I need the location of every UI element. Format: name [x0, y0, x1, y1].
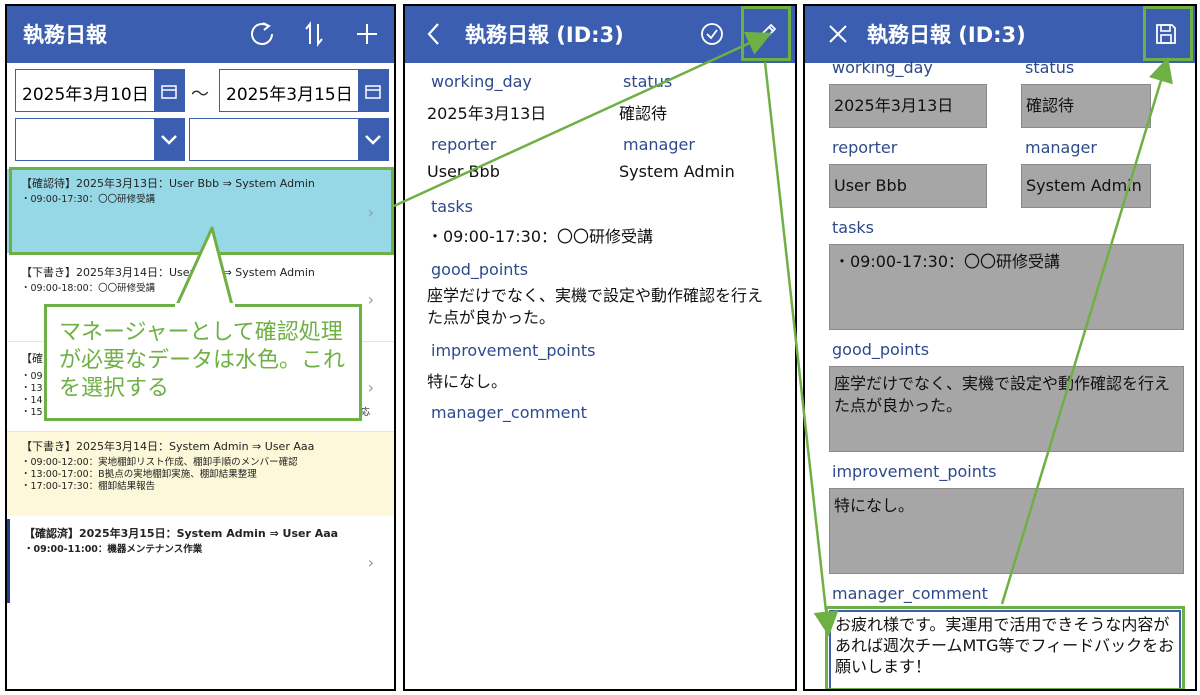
manager-comment-input[interactable]: お疲れ様です。実運用で活用できそうな内容があれば週次チームMTG等でフィードバッ…	[829, 610, 1181, 689]
good-points-field: 座学だけでなく、実機で設定や動作確認を行えた点が良かった。	[829, 366, 1184, 452]
pencil-icon[interactable]	[751, 19, 781, 49]
working-day-label: working_day	[431, 72, 532, 91]
list-item[interactable]: 【確認済】2025年3月15日：System Admin ⇒ User Aaa …	[7, 519, 394, 603]
annotation-callout: マネージャーとして確認処理が必要なデータは水色。これを選択する	[44, 304, 362, 421]
manager-comment-value: お疲れ様です。実運用で活用できそうな内容があれば週次チームMTG等でフィードバッ…	[835, 615, 1175, 676]
tasks-field: ・09:00-17:30：〇〇研修受講	[829, 244, 1184, 330]
list-item-header: 【確	[21, 352, 43, 365]
calendar-icon[interactable]	[358, 70, 388, 111]
good-points-label: good_points	[832, 340, 930, 359]
working-day-field: 2025年3月13日	[829, 84, 987, 128]
working-day-label: working_day	[832, 58, 933, 77]
detail-title: 執務日報 (ID:3)	[465, 23, 624, 47]
list-item-line: ・17:00-17:30：棚卸結果報告	[21, 481, 156, 492]
manager-value: System Admin	[1026, 176, 1142, 195]
list-item-line: ・09:00-17:30：〇〇研修受講	[21, 194, 156, 205]
edit-screen: 執務日報 (ID:3) working_day status 2025年3月13…	[803, 4, 1197, 691]
status-label: status	[623, 72, 673, 91]
manager-comment-label: manager_comment	[431, 403, 587, 422]
check-circle-icon[interactable]	[697, 19, 727, 49]
chevron-right-icon: ›	[367, 378, 374, 397]
list-header: 執務日報	[7, 6, 394, 63]
manager-label: manager	[1025, 138, 1097, 157]
tasks-value: ・09:00-17:30：〇〇研修受講	[427, 227, 653, 246]
tasks-label: tasks	[832, 218, 875, 237]
back-icon[interactable]	[419, 19, 449, 49]
calendar-icon[interactable]	[154, 70, 184, 111]
list-item-header: 【確認済】2025年3月15日：System Admin ⇒ User Aaa	[24, 527, 339, 540]
status-field: 確認待	[1021, 84, 1151, 128]
save-icon[interactable]	[1151, 19, 1181, 49]
status-value: 確認待	[619, 104, 668, 123]
improvement-points-label: improvement_points	[431, 341, 596, 360]
close-icon[interactable]	[823, 19, 853, 49]
manager-field: System Admin	[1021, 164, 1151, 208]
list-screen: 執務日報 2025年3月10日 ～ 2025年3月15日 【確認待】2025年3…	[5, 4, 396, 691]
chevron-right-icon: ›	[367, 203, 374, 222]
list-item-line: ・15	[21, 407, 43, 418]
chevron-right-icon: ›	[367, 553, 374, 572]
improvement-points-label: improvement_points	[832, 462, 997, 481]
list-item[interactable]: 【下書き】2025年3月14日：System Admin ⇒ User Aaa …	[7, 432, 394, 516]
good-points-value: 座学だけでなく、実機で設定や動作確認を行えた点が良かった。	[427, 286, 764, 327]
date-to-value: 2025年3月15日	[226, 85, 353, 105]
edit-header: 執務日報 (ID:3)	[805, 6, 1195, 63]
plus-icon[interactable]	[352, 19, 382, 49]
chevron-right-icon: ›	[367, 290, 374, 309]
list-item-line: ・09:00-11:00：機器メンテナンス作業	[24, 544, 203, 555]
reporter-label: reporter	[832, 138, 898, 157]
good-points-value: 座学だけでなく、実機で設定や動作確認を行えた点が良かった。	[834, 374, 1171, 415]
reporter-value: User Bbb	[427, 162, 500, 181]
improvement-points-value: 特になし。	[427, 372, 508, 391]
manager-comment-label: manager_comment	[832, 584, 988, 603]
status-filter-dropdown[interactable]	[15, 118, 185, 161]
range-separator: ～	[191, 84, 209, 105]
chevron-down-icon[interactable]	[154, 119, 184, 160]
refresh-icon[interactable]	[247, 19, 277, 49]
good-points-label: good_points	[431, 260, 529, 279]
tasks-label: tasks	[431, 197, 474, 216]
manager-value: System Admin	[619, 162, 735, 181]
list-item[interactable]: 【確認待】2025年3月13日：User Bbb ⇒ System Admin …	[7, 169, 394, 253]
date-from-value: 2025年3月10日	[22, 85, 149, 105]
list-item-header: 【確認待】2025年3月13日：User Bbb ⇒ System Admin	[21, 177, 315, 190]
detail-header: 執務日報 (ID:3)	[405, 6, 795, 63]
list-title: 執務日報	[23, 23, 107, 47]
working-day-value: 2025年3月13日	[427, 104, 547, 123]
improvement-points-value: 特になし。	[834, 496, 915, 515]
tasks-value: ・09:00-17:30：〇〇研修受講	[834, 252, 1060, 271]
manager-label: manager	[623, 135, 695, 154]
chevron-down-icon[interactable]	[358, 119, 388, 160]
date-to-picker[interactable]: 2025年3月15日	[219, 69, 389, 112]
list-item-line: ・09:00-18:00：〇〇研修受講	[21, 283, 156, 294]
status-value: 確認待	[1026, 96, 1075, 115]
annotation-text: マネージャーとして確認処理が必要なデータは水色。これを選択する	[59, 320, 346, 401]
list-item-header: 【下書き】2025年3月14日：System Admin ⇒ User Aaa	[21, 440, 315, 453]
improvement-points-field: 特になし。	[829, 488, 1184, 574]
edit-title: 執務日報 (ID:3)	[867, 23, 1026, 47]
sort-icon[interactable]	[299, 19, 329, 49]
detail-screen: 執務日報 (ID:3) working_day status 2025年3月13…	[403, 4, 797, 691]
user-filter-dropdown[interactable]	[189, 118, 389, 161]
reporter-value: User Bbb	[834, 176, 907, 195]
status-label: status	[1025, 58, 1075, 77]
reporter-field: User Bbb	[829, 164, 987, 208]
date-from-picker[interactable]: 2025年3月10日	[15, 69, 185, 112]
list-item-header: 【下書き】2025年3月14日：User Bbb ⇒ System Admin	[21, 266, 315, 279]
reporter-label: reporter	[431, 135, 497, 154]
working-day-value: 2025年3月13日	[834, 96, 954, 115]
